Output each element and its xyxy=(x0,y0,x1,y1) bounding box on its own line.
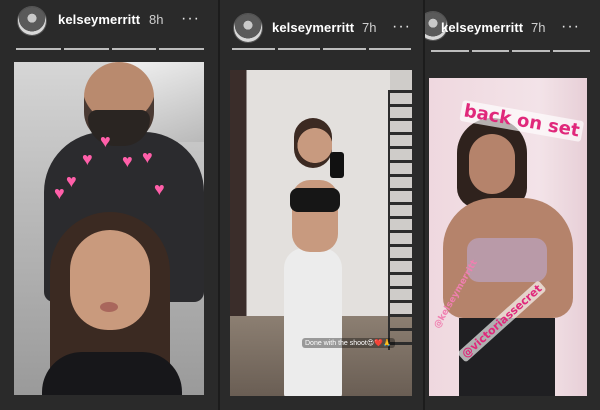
woman-top xyxy=(42,352,182,395)
story-panel-3[interactable]: kelseymerritt 7h ··· back on set @kelsey… xyxy=(423,0,600,410)
clothing-rack xyxy=(388,90,412,350)
more-options-icon[interactable]: ··· xyxy=(181,11,200,27)
heart-filter-icon: ♥ xyxy=(142,147,153,167)
story-progress-bar xyxy=(431,50,590,52)
heart-filter-icon: ♥ xyxy=(54,183,65,203)
heart-filter-icon: ♥ xyxy=(82,149,93,169)
story-header: kelseymerritt 7h ··· xyxy=(220,0,423,50)
heart-filter-icon: ♥ xyxy=(122,151,133,171)
heart-filter-icon: ♥ xyxy=(154,179,165,199)
username[interactable]: kelseymerritt xyxy=(272,20,354,35)
story-header: kelseymerritt 7h ··· xyxy=(425,0,600,52)
story-media[interactable]: Done with the shoot😍❤️🙏 xyxy=(230,70,412,396)
story-panel-2[interactable]: kelseymerritt 7h ··· Done with the shoot… xyxy=(218,0,423,410)
heart-filter-icon: ♥ xyxy=(100,131,111,151)
phone-in-hand xyxy=(330,152,344,178)
more-options-icon[interactable]: ··· xyxy=(561,19,580,35)
story-progress-bar xyxy=(232,48,411,50)
woman-face xyxy=(70,230,150,330)
story-timestamp: 8h xyxy=(149,12,164,27)
username[interactable]: kelseymerritt xyxy=(58,12,140,27)
avatar[interactable] xyxy=(234,14,262,42)
story-caption: Done with the shoot😍❤️🙏 xyxy=(302,338,395,348)
avatar[interactable] xyxy=(18,7,46,35)
story-media[interactable]: back on set @kelseymerritt @victoriassec… xyxy=(429,78,587,396)
woman-legs xyxy=(284,248,342,396)
story-panel-1[interactable]: kelseymerritt 8h ··· ♥ ♥ ♥ ♥ ♥ ♥ ♥ xyxy=(0,0,218,410)
woman-head xyxy=(294,118,332,168)
woman-pants xyxy=(459,318,555,396)
story-timestamp: 7h xyxy=(531,20,546,35)
more-options-icon[interactable]: ··· xyxy=(392,19,411,35)
heart-filter-icon: ♥ xyxy=(66,171,77,191)
story-media[interactable]: ♥ ♥ ♥ ♥ ♥ ♥ ♥ xyxy=(14,62,204,395)
woman-lips xyxy=(100,302,118,312)
story-timestamp: 7h xyxy=(362,20,377,35)
woman-top xyxy=(290,188,340,212)
username[interactable]: kelseymerritt xyxy=(441,20,523,35)
story-progress-bar xyxy=(16,48,204,50)
woman-face xyxy=(469,134,515,194)
story-header: kelseymerritt 8h ··· xyxy=(0,0,218,50)
